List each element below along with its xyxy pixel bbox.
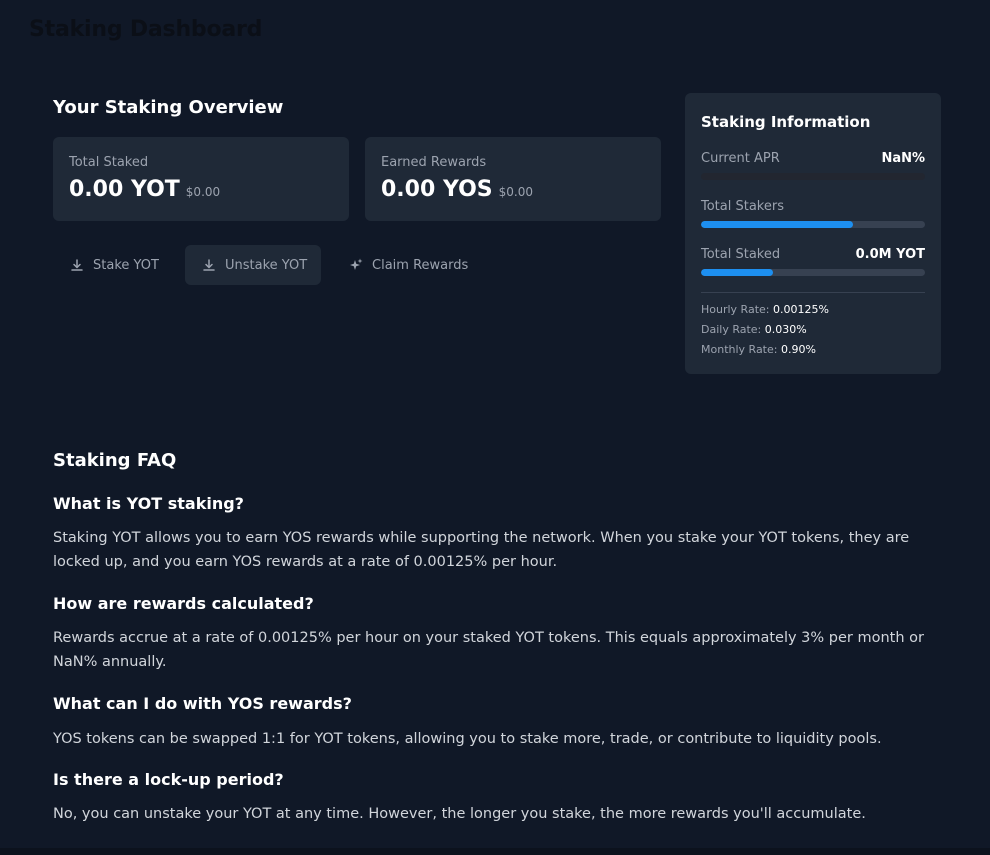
download-icon	[202, 258, 216, 272]
hourly-rate-value: 0.00125%	[773, 303, 829, 316]
faq-question: What is YOT staking?	[53, 494, 244, 513]
total-staked-progress-bar	[701, 269, 925, 276]
total-staked-card: Total Staked 0.00 YOT $0.00	[53, 137, 349, 221]
bottom-edge	[0, 848, 990, 855]
unstake-button[interactable]: Unstake YOT	[185, 245, 321, 285]
apr-value: NaN%	[881, 151, 925, 166]
info-total-staked-label: Total Staked	[701, 247, 781, 262]
daily-rate-value: 0.030%	[764, 323, 807, 336]
faq-question: How are rewards calculated?	[53, 594, 314, 613]
total-staked-usd: $0.00	[185, 185, 221, 199]
apr-label: Current APR	[701, 151, 780, 166]
sparkles-icon	[349, 258, 363, 272]
staking-info-title: Staking Information	[701, 113, 871, 131]
divider	[701, 292, 925, 293]
total-staked-label: Total Staked	[69, 155, 149, 170]
total-staked-row: Total Staked 0.0M YOT	[701, 247, 925, 262]
daily-rate-label: Daily Rate:	[701, 323, 762, 336]
daily-rate: Daily Rate: 0.030%	[701, 323, 807, 336]
stakers-progress-fill	[701, 221, 854, 228]
stake-button-label: Stake YOT	[93, 257, 159, 273]
stakers-progress-bar	[701, 221, 925, 228]
hourly-rate-label: Hourly Rate:	[701, 303, 770, 316]
hourly-rate: Hourly Rate: 0.00125%	[701, 303, 829, 316]
info-total-staked-value: 0.0M YOT	[855, 247, 925, 262]
monthly-rate-value: 0.90%	[780, 343, 816, 356]
stakers-row: Total Stakers	[701, 199, 925, 214]
staking-info-panel: Staking Information Current APR NaN% Tot…	[685, 93, 941, 374]
stakers-label: Total Stakers	[701, 199, 784, 214]
earned-rewards-usd: $0.00	[498, 185, 533, 199]
faq-title: Staking FAQ	[53, 450, 177, 471]
download-icon	[70, 258, 84, 272]
claim-rewards-button[interactable]: Claim Rewards	[332, 245, 482, 285]
faq-answer: Rewards accrue at a rate of 0.00125% per…	[53, 630, 924, 670]
monthly-rate-label: Monthly Rate:	[701, 343, 778, 356]
earned-rewards-card: Earned Rewards 0.00 YOS $0.00	[365, 137, 661, 221]
faq-answer: Staking YOT allows you to earn YOS rewar…	[53, 530, 910, 570]
apr-progress-bar	[701, 173, 925, 180]
faq-answer: No, you can unstake your YOT at any time…	[53, 806, 866, 822]
page-title: Staking Dashboard	[29, 17, 263, 42]
overview-title: Your Staking Overview	[53, 97, 284, 118]
stake-button[interactable]: Stake YOT	[53, 245, 171, 285]
earned-rewards-label: Earned Rewards	[381, 155, 487, 170]
unstake-button-label: Unstake YOT	[225, 257, 308, 273]
monthly-rate: Monthly Rate: 0.90%	[701, 343, 816, 356]
faq-question: Is there a lock-up period?	[53, 770, 284, 789]
total-staked-value: 0.00 YOT	[69, 177, 180, 202]
claim-rewards-button-label: Claim Rewards	[372, 257, 469, 273]
earned-rewards-value: 0.00 YOS	[381, 177, 493, 202]
faq-question: What can I do with YOS rewards?	[53, 694, 352, 713]
total-staked-progress-fill	[701, 269, 773, 276]
faq-answer: YOS tokens can be swapped 1:1 for YOT to…	[53, 731, 882, 747]
apr-row: Current APR NaN%	[701, 151, 925, 166]
